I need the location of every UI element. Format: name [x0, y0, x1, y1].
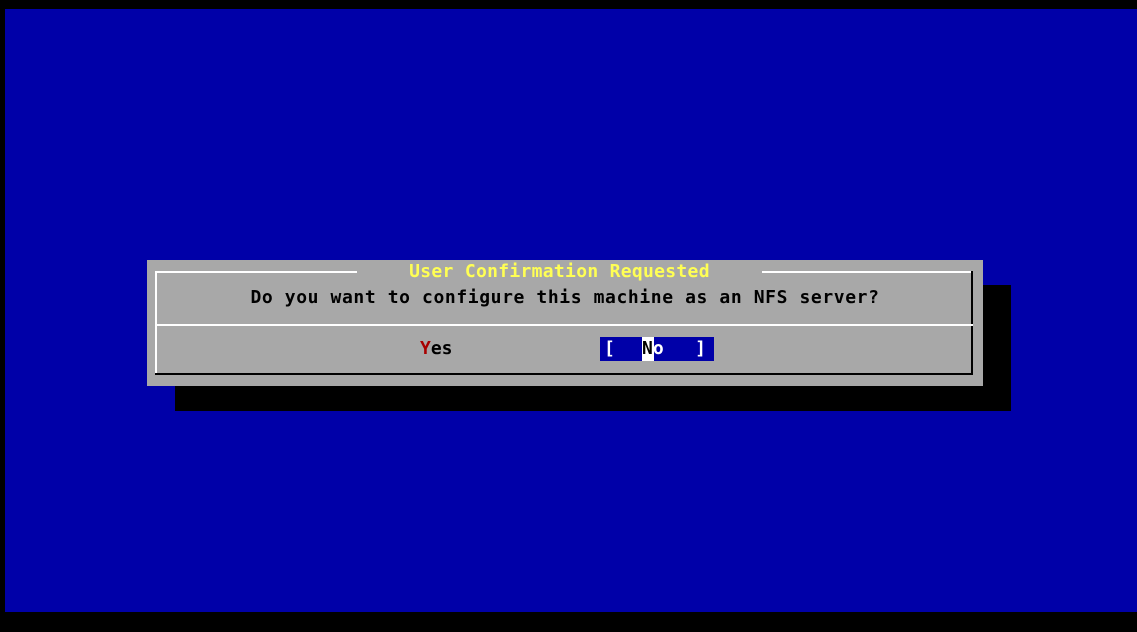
no-button-hotkey: N: [642, 338, 653, 359]
no-button-open-bracket: [: [604, 338, 615, 359]
dialog-message: Do you want to configure this machine as…: [250, 287, 880, 308]
dialog-frame-top-right: [762, 271, 973, 273]
console-screen: User Confirmation Requested Do you want …: [0, 0, 1137, 632]
bottom-status-bar: [0, 612, 1137, 632]
yes-button-label: es: [430, 338, 453, 359]
no-button-close-bracket: ]: [695, 338, 706, 359]
dialog-title: User Confirmation Requested: [357, 261, 762, 283]
yes-button-hotkey: Y: [420, 338, 431, 359]
no-button[interactable]: [ No ]: [600, 337, 714, 361]
no-button-label-rest: o: [652, 338, 664, 359]
dialog-frame-top-left: [155, 271, 357, 273]
confirmation-dialog: User Confirmation Requested Do you want …: [147, 260, 983, 386]
no-button-label: No: [642, 337, 664, 361]
dialog-divider: [155, 324, 973, 326]
dialog-frame-bottom: [155, 373, 973, 375]
yes-button[interactable]: Yes: [420, 337, 453, 361]
